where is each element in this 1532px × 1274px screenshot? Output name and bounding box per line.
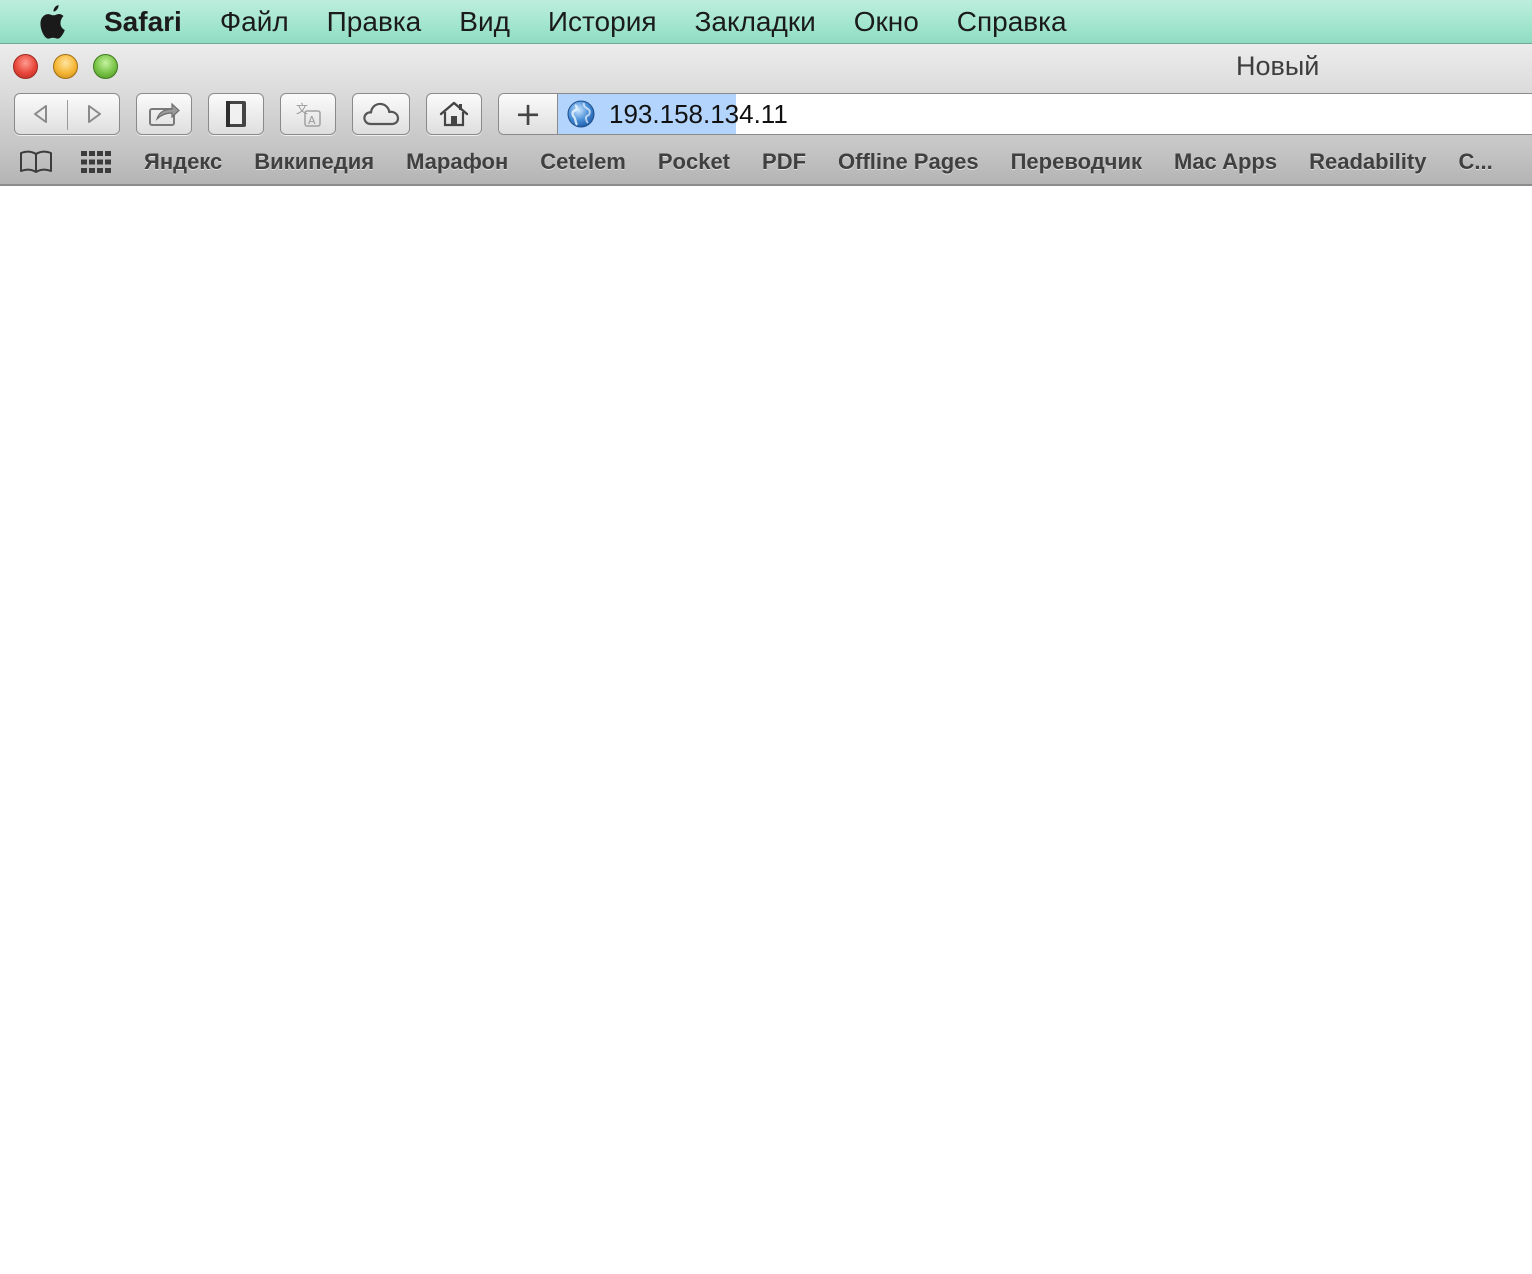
svg-text:A: A <box>308 114 316 127</box>
address-bar: + <box>498 93 1532 135</box>
icloud-tabs-button[interactable] <box>352 93 410 135</box>
svg-text:文: 文 <box>296 101 308 116</box>
menu-window[interactable]: Окно <box>854 6 919 38</box>
chevron-right-icon <box>88 105 101 123</box>
globe-icon <box>567 100 595 128</box>
menu-help[interactable]: Справка <box>957 6 1067 38</box>
bookmark-item[interactable]: Mac Apps <box>1174 149 1277 175</box>
home-icon <box>439 101 469 127</box>
bookmark-item[interactable]: Pocket <box>658 149 730 175</box>
bookmark-item-overflow[interactable]: C... <box>1458 149 1492 175</box>
window-close-button[interactable] <box>13 54 38 79</box>
menu-history[interactable]: История <box>548 6 657 38</box>
share-icon <box>149 102 180 126</box>
bookmark-item[interactable]: Cetelem <box>540 149 626 175</box>
toolbar: 文 A + <box>0 90 1532 140</box>
translate-button[interactable]: 文 A <box>280 93 336 135</box>
bookmark-item[interactable]: Переводчик <box>1011 149 1142 175</box>
book-icon[interactable] <box>18 147 56 177</box>
window-minimize-button[interactable] <box>53 54 78 79</box>
menu-safari[interactable]: Safari <box>104 6 182 38</box>
address-input[interactable] <box>609 94 1509 134</box>
back-forward-group <box>14 93 120 135</box>
add-bookmark-button[interactable]: + <box>499 94 558 134</box>
window-zoom-button[interactable] <box>93 54 118 79</box>
menu-view[interactable]: Вид <box>459 6 510 38</box>
share-button[interactable] <box>136 93 192 135</box>
window-title: Новый <box>1236 51 1320 81</box>
bookmarks-bar: Яндекс Википедия Марафон Cetelem Pocket … <box>0 140 1532 186</box>
back-button[interactable] <box>15 94 67 134</box>
apple-icon[interactable] <box>36 2 70 42</box>
bookmark-item[interactable]: Марафон <box>406 149 508 175</box>
reader-button[interactable] <box>208 93 264 135</box>
menu-bar: Safari Файл Правка Вид История Закладки … <box>0 0 1532 44</box>
bookmark-item[interactable]: Offline Pages <box>838 149 979 175</box>
page-content <box>0 187 1532 1274</box>
plus-icon: + <box>514 95 542 133</box>
bookmark-item[interactable]: PDF <box>762 149 806 175</box>
reader-icon <box>226 101 246 127</box>
chevron-left-icon <box>34 105 47 123</box>
translate-icon: 文 A <box>296 101 321 127</box>
grid-icon[interactable] <box>80 147 114 177</box>
bookmark-item[interactable]: Википедия <box>254 149 374 175</box>
bookmark-item[interactable]: Яндекс <box>144 149 222 175</box>
menu-bookmarks[interactable]: Закладки <box>695 6 816 38</box>
menu-file[interactable]: Файл <box>220 6 289 38</box>
cloud-icon <box>363 102 400 126</box>
menu-edit[interactable]: Правка <box>327 6 422 38</box>
forward-button[interactable] <box>68 94 120 134</box>
bookmark-item[interactable]: Readability <box>1309 149 1426 175</box>
window-titlebar: Новый <box>0 44 1532 90</box>
home-button[interactable] <box>426 93 482 135</box>
